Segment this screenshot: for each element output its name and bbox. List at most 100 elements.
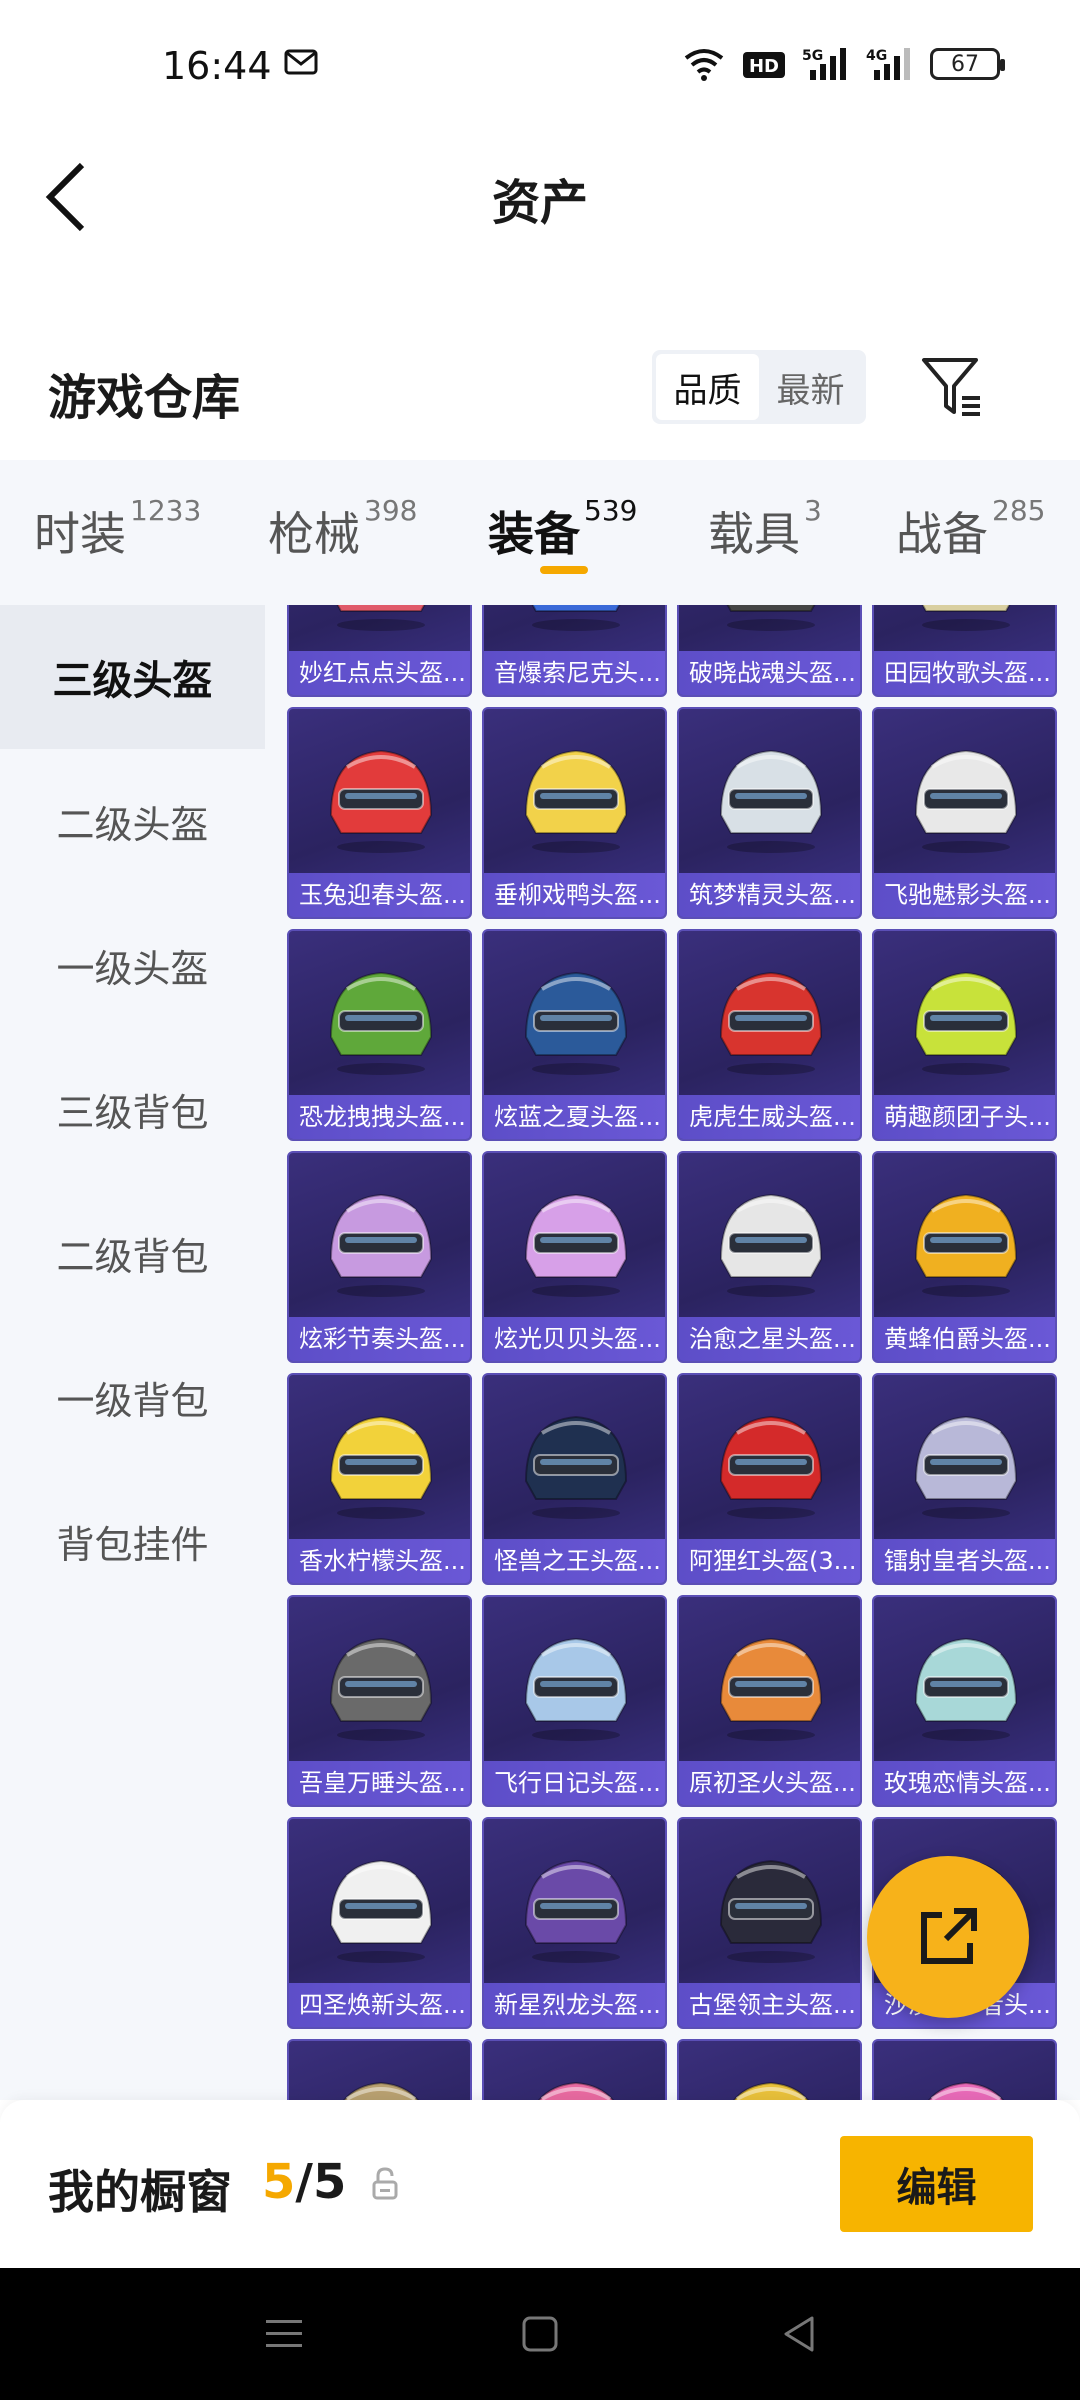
item-card-label: 垂柳戏鸭头盔... xyxy=(484,873,665,917)
item-card-label: 四圣焕新头盔... xyxy=(289,1983,470,2027)
status-time: 16:44 xyxy=(162,44,272,88)
sidebar-item-level3-helmet[interactable]: 三级头盔 xyxy=(0,605,265,749)
header: 资产 xyxy=(0,135,1080,255)
item-card[interactable]: 恐龙拽拽头盔... xyxy=(287,929,472,1141)
item-card[interactable]: 香水柠檬头盔... xyxy=(287,1373,472,1585)
helmet-icon xyxy=(719,1859,823,1963)
page-title: 资产 xyxy=(491,175,588,231)
item-card[interactable]: 垂柳戏鸭头盔... xyxy=(482,707,667,919)
item-card[interactable]: 原初圣火头盔... xyxy=(677,1595,862,1807)
mail-icon xyxy=(284,49,318,75)
sidebar-item-level3-backpack[interactable]: 三级背包 xyxy=(0,1037,265,1181)
warehouse-title: 游戏仓库 xyxy=(48,370,241,426)
wifi-icon xyxy=(684,49,724,81)
item-card-label: 虎虎生威头盔... xyxy=(679,1095,860,1139)
sidebar-item-level2-helmet[interactable]: 二级头盔 xyxy=(0,749,265,893)
helmet-icon xyxy=(329,1637,433,1741)
item-card[interactable]: 玉兔迎春头盔... xyxy=(287,707,472,919)
helmet-icon xyxy=(914,1415,1018,1519)
item-card-label: 音爆索尼克头... xyxy=(484,651,665,695)
item-card[interactable]: 古堡领主头盔... xyxy=(677,1817,862,2029)
item-card[interactable]: 新星烈龙头盔... xyxy=(482,1817,667,2029)
item-card[interactable]: 炫彩节奏头盔... xyxy=(287,1151,472,1363)
helmet-icon xyxy=(524,1415,628,1519)
svg-text:4G: 4G xyxy=(866,48,887,64)
helmet-icon xyxy=(914,749,1018,853)
tab-firearms[interactable]: 枪械 398 xyxy=(268,494,417,564)
share-button[interactable] xyxy=(867,1856,1029,2018)
sort-quality-button[interactable]: 品质 xyxy=(656,354,759,420)
helmet-icon xyxy=(914,1637,1018,1741)
item-card[interactable]: 镭射皇者头盔... xyxy=(872,1373,1057,1585)
item-card[interactable]: 破晓战魂头盔... xyxy=(677,605,862,697)
item-card[interactable] xyxy=(872,2039,1057,2100)
item-card[interactable] xyxy=(482,2039,667,2100)
item-card[interactable]: 虎虎生威头盔... xyxy=(677,929,862,1141)
item-card[interactable] xyxy=(287,2039,472,2100)
item-card[interactable]: 田园牧歌头盔... xyxy=(872,605,1057,697)
item-card[interactable]: 音爆索尼克头... xyxy=(482,605,667,697)
category-tabs: 时装 1233 枪械 398 装备 539 载具 3 战备 285 xyxy=(0,460,1080,605)
item-card-label: 玫瑰恋情头盔... xyxy=(874,1761,1055,1805)
item-card[interactable]: 黄蜂伯爵头盔... xyxy=(872,1151,1057,1363)
showcase-count: 5/5 xyxy=(262,2154,347,2210)
item-card-label: 破晓战魂头盔... xyxy=(679,651,860,695)
share-icon xyxy=(921,1908,977,1964)
helmet-icon xyxy=(329,1415,433,1519)
item-card-label: 恐龙拽拽头盔... xyxy=(289,1095,470,1139)
item-card-label: 古堡领主头盔... xyxy=(679,1983,860,2027)
sidebar: 三级头盔 二级头盔 一级头盔 三级背包 二级背包 一级背包 背包挂件 xyxy=(0,605,265,2100)
system-nav-bar xyxy=(0,2268,1080,2400)
helmet-icon xyxy=(329,1859,433,1963)
item-card-label: 筑梦精灵头盔... xyxy=(679,873,860,917)
item-card[interactable] xyxy=(677,2039,862,2100)
tab-equipment[interactable]: 装备 539 xyxy=(488,494,637,564)
item-card[interactable]: 筑梦精灵头盔... xyxy=(677,707,862,919)
showcase-label: 我的橱窗 xyxy=(48,2165,232,2219)
sort-toggle: 品质 最新 xyxy=(652,350,866,424)
item-card[interactable]: 妙红点点头盔... xyxy=(287,605,472,697)
item-card[interactable]: 怪兽之王头盔... xyxy=(482,1373,667,1585)
helmet-icon xyxy=(719,1193,823,1297)
item-card-label: 香水柠檬头盔... xyxy=(289,1539,470,1583)
filter-icon[interactable] xyxy=(920,354,984,420)
tab-gear[interactable]: 战备 285 xyxy=(896,494,1045,564)
item-card[interactable]: 四圣焕新头盔... xyxy=(287,1817,472,2029)
helmet-icon xyxy=(524,749,628,853)
tab-fashion[interactable]: 时装 1233 xyxy=(34,494,201,564)
back-icon[interactable] xyxy=(778,2312,822,2356)
item-card-label: 阿狸红头盔(3... xyxy=(679,1539,860,1583)
signal-4g-icon: 4G xyxy=(866,48,910,80)
status-indicators: HD 5G 4G 67 xyxy=(682,46,1005,82)
edit-button[interactable]: 编辑 xyxy=(840,2136,1033,2232)
helmet-icon xyxy=(921,605,1011,631)
helmet-icon xyxy=(524,971,628,1075)
sidebar-item-level2-backpack[interactable]: 二级背包 xyxy=(0,1181,265,1325)
item-card[interactable]: 玫瑰恋情头盔... xyxy=(872,1595,1057,1807)
sidebar-item-level1-backpack[interactable]: 一级背包 xyxy=(0,1325,265,1469)
sidebar-item-backpack-pendant[interactable]: 背包挂件 xyxy=(0,1469,265,1613)
item-card[interactable]: 炫蓝之夏头盔... xyxy=(482,929,667,1141)
helmet-icon xyxy=(733,2081,809,2100)
signal-5g-icon: 5G xyxy=(802,48,846,80)
menu-icon[interactable] xyxy=(262,2312,306,2356)
sidebar-item-level1-helmet[interactable]: 一级头盔 xyxy=(0,893,265,1037)
item-card[interactable]: 治愈之星头盔... xyxy=(677,1151,862,1363)
tab-vehicles[interactable]: 载具 3 xyxy=(708,494,822,564)
item-card[interactable]: 飞驰魅影头盔... xyxy=(872,707,1057,919)
helmet-icon xyxy=(719,971,823,1075)
hd-icon: HD xyxy=(743,52,785,78)
item-card-label: 飞行日记头盔... xyxy=(484,1761,665,1805)
item-card[interactable]: 阿狸红头盔(3... xyxy=(677,1373,862,1585)
sort-newest-button[interactable]: 最新 xyxy=(759,354,862,420)
lock-icon xyxy=(372,2167,398,2200)
item-card[interactable]: 吾皇万睡头盔... xyxy=(287,1595,472,1807)
helmet-icon xyxy=(524,1859,628,1963)
item-card[interactable]: 飞行日记头盔... xyxy=(482,1595,667,1807)
helmet-icon xyxy=(343,2081,419,2100)
item-card-label: 黄蜂伯爵头盔... xyxy=(874,1317,1055,1361)
status-bar: 16:44 HD 5G 4G 67 xyxy=(0,0,1080,135)
item-card[interactable]: 炫光贝贝头盔... xyxy=(482,1151,667,1363)
item-card[interactable]: 萌趣颜团子头... xyxy=(872,929,1057,1141)
home-icon[interactable] xyxy=(518,2312,562,2356)
